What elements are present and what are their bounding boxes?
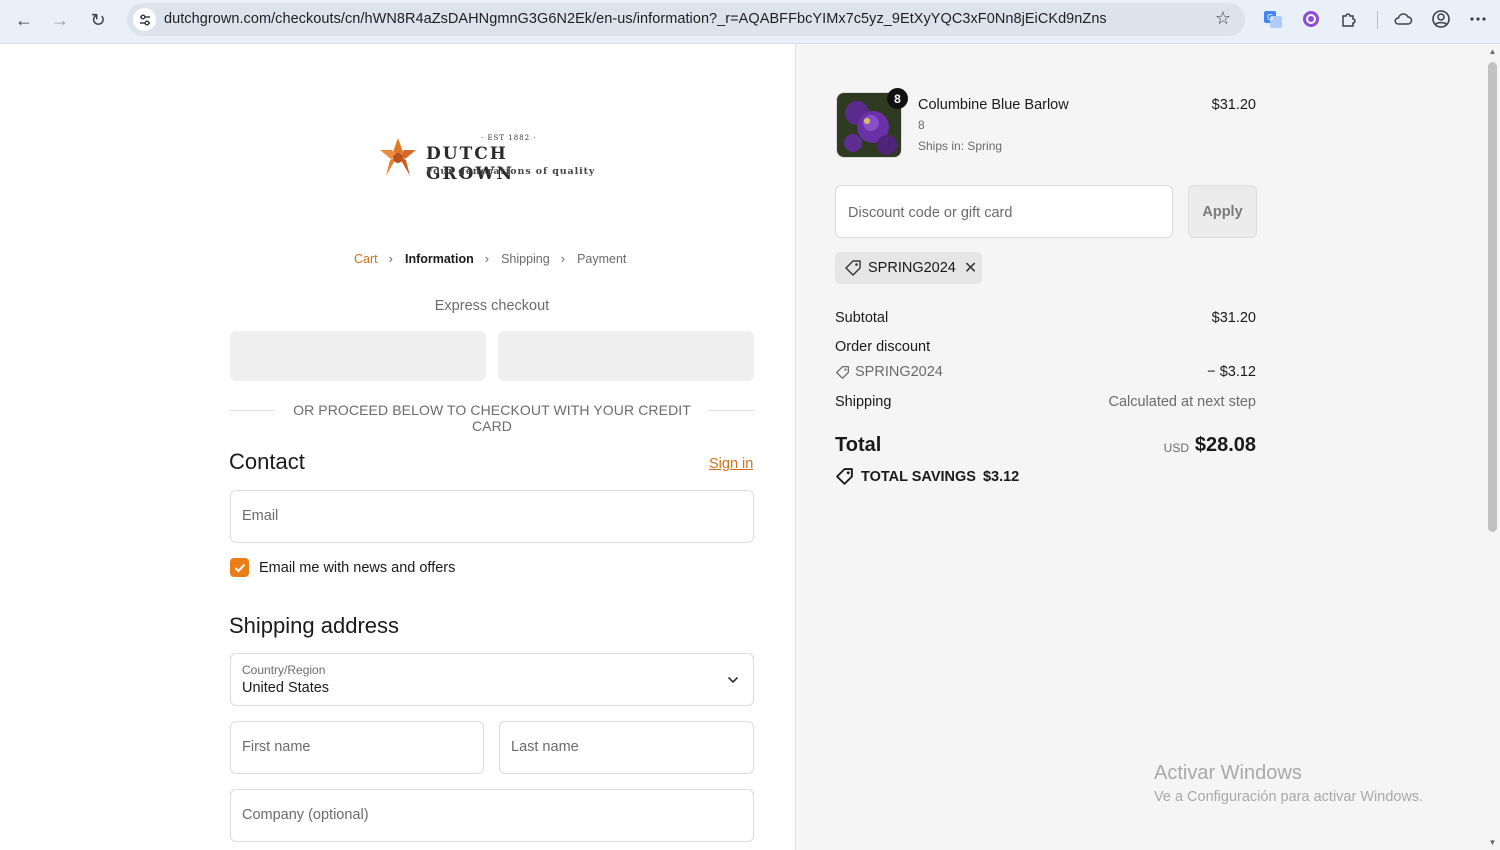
page-scrollbar[interactable]: ▲ ▼ — [1485, 44, 1500, 850]
breadcrumb-cart[interactable]: Cart — [354, 252, 378, 266]
scrollbar-thumb[interactable] — [1488, 62, 1497, 532]
product-name: Columbine Blue Barlow — [918, 97, 1069, 113]
divider-line-left — [230, 410, 274, 411]
company-field[interactable]: Company (optional) — [230, 789, 754, 842]
scroll-up-icon[interactable]: ▲ — [1488, 47, 1497, 56]
order-discount-code-line: SPRING2024 — [835, 364, 943, 380]
logo-brand-text: DUTCH GROWN — [426, 144, 515, 184]
reload-icon[interactable]: ↻ — [82, 6, 114, 34]
total-savings-label: TOTAL SAVINGS — [861, 468, 976, 485]
site-settings-icon[interactable] — [133, 8, 156, 31]
back-icon[interactable]: ← — [8, 6, 40, 34]
product-variant: 8 — [918, 118, 925, 132]
last-name-placeholder: Last name — [511, 739, 579, 755]
dutch-grown-logo[interactable]: · EST 1882 · DUTCH GROWN Four generation… — [378, 134, 598, 184]
country-select[interactable]: Country/Region United States — [230, 653, 754, 706]
discount-code-input[interactable]: Discount code or gift card — [835, 185, 1173, 238]
toolbar-divider — [1377, 11, 1378, 29]
address-bar[interactable]: dutchgrown.com/checkouts/cn/hWN8R4aZsDAH… — [127, 3, 1245, 36]
breadcrumb-shipping: Shipping — [501, 251, 550, 266]
email-placeholder: Email — [242, 508, 279, 524]
or-divider: OR PROCEED BELOW TO CHECKOUT WITH YOUR C… — [230, 402, 754, 434]
total-savings-value: $3.12 — [982, 468, 1020, 485]
order-discount-value: − $3.12 — [1207, 364, 1256, 380]
express-checkout-button-2[interactable] — [498, 331, 754, 381]
product-ships: Ships in: Spring — [918, 139, 1003, 153]
chevron-right-icon: › — [388, 251, 393, 266]
browser-toolbar: ← → ↻ dutchgrown.com/checkouts/cn/hWN8R4… — [0, 0, 1500, 44]
shipping-value: Calculated at next step — [1108, 394, 1256, 410]
quantity-badge: 8 — [887, 88, 908, 109]
tag-icon — [845, 260, 861, 276]
apply-button[interactable]: Apply — [1188, 185, 1257, 238]
order-discount-code: SPRING2024 — [855, 364, 943, 380]
chevron-down-icon — [727, 671, 739, 687]
menu-dots-icon[interactable] — [1467, 8, 1489, 30]
windows-watermark-title: Activar Windows — [1154, 762, 1302, 784]
breadcrumb-information: Information — [404, 251, 474, 266]
forward-icon[interactable]: → — [44, 6, 76, 34]
url-text: dutchgrown.com/checkouts/cn/hWN8R4aZsDAH… — [164, 11, 1107, 27]
country-value: United States — [242, 680, 330, 696]
shipping-label: Shipping — [835, 394, 892, 410]
breadcrumb-payment: Payment — [577, 251, 627, 266]
applied-discount-chip: SPRING2024 ✕ — [835, 252, 982, 284]
order-discount-label: Order discount — [835, 339, 931, 355]
applied-discount-code: SPRING2024 — [868, 260, 956, 276]
email-field[interactable]: Email — [230, 490, 754, 543]
scroll-down-icon[interactable]: ▼ — [1488, 838, 1497, 847]
total-currency: USD — [1163, 441, 1189, 455]
or-divider-text: OR PROCEED BELOW TO CHECKOUT WITH YOUR C… — [293, 402, 691, 434]
subtotal-value: $31.20 — [1211, 310, 1256, 326]
contact-heading: Contact — [229, 449, 305, 474]
chevron-right-icon: › — [484, 251, 490, 266]
total-savings: TOTAL SAVINGS $3.12 — [835, 467, 1019, 486]
country-label: Country/Region — [242, 663, 326, 677]
chevron-right-icon: › — [560, 251, 566, 266]
windows-watermark-subtitle: Ve a Configuración para activar Windows. — [1154, 789, 1424, 805]
divider-line-right — [708, 410, 754, 411]
logo-tagline: Four generations of quality — [426, 166, 596, 177]
total-value: $28.08 — [1194, 434, 1256, 456]
order-summary: 8 Columbine Blue Barlow 8 Ships in: Spri… — [795, 44, 1500, 850]
product-price: $31.20 — [1211, 97, 1256, 113]
tag-icon — [836, 365, 849, 379]
cloud-icon[interactable] — [1392, 8, 1414, 30]
bookmark-star-icon[interactable]: ☆ — [1215, 8, 1231, 29]
breadcrumb: Cart › Information › Shipping › Payment — [354, 251, 626, 266]
logo-est-text: · EST 1882 · — [481, 134, 537, 142]
leaf-logo-icon — [380, 138, 416, 176]
company-placeholder: Company (optional) — [242, 807, 369, 823]
first-name-field[interactable]: First name — [230, 721, 484, 774]
shipping-address-heading: Shipping address — [229, 613, 400, 638]
remove-discount-icon[interactable]: ✕ — [964, 258, 977, 278]
checkmark-icon — [234, 563, 245, 572]
express-checkout-button-1[interactable] — [230, 331, 486, 381]
newsletter-label[interactable]: Email me with news and offers — [259, 560, 455, 576]
discount-placeholder: Discount code or gift card — [848, 205, 1013, 221]
savings-tag-icon — [836, 468, 853, 485]
svg-text:G: G — [1267, 13, 1273, 22]
last-name-field[interactable]: Last name — [499, 721, 754, 774]
checkout-main: · EST 1882 · DUTCH GROWN Four generation… — [0, 44, 795, 850]
translate-icon[interactable]: G — [1262, 8, 1284, 30]
express-checkout-label: Express checkout — [434, 298, 550, 314]
profile-icon[interactable] — [1430, 8, 1452, 30]
sign-in-link[interactable]: Sign in — [709, 456, 753, 472]
extensions-puzzle-icon[interactable] — [1338, 8, 1360, 30]
total-label: Total — [835, 434, 882, 456]
newsletter-checkbox[interactable] — [230, 558, 249, 577]
extension-purple-icon[interactable] — [1300, 8, 1322, 30]
first-name-placeholder: First name — [242, 739, 311, 755]
subtotal-label: Subtotal — [835, 310, 889, 326]
